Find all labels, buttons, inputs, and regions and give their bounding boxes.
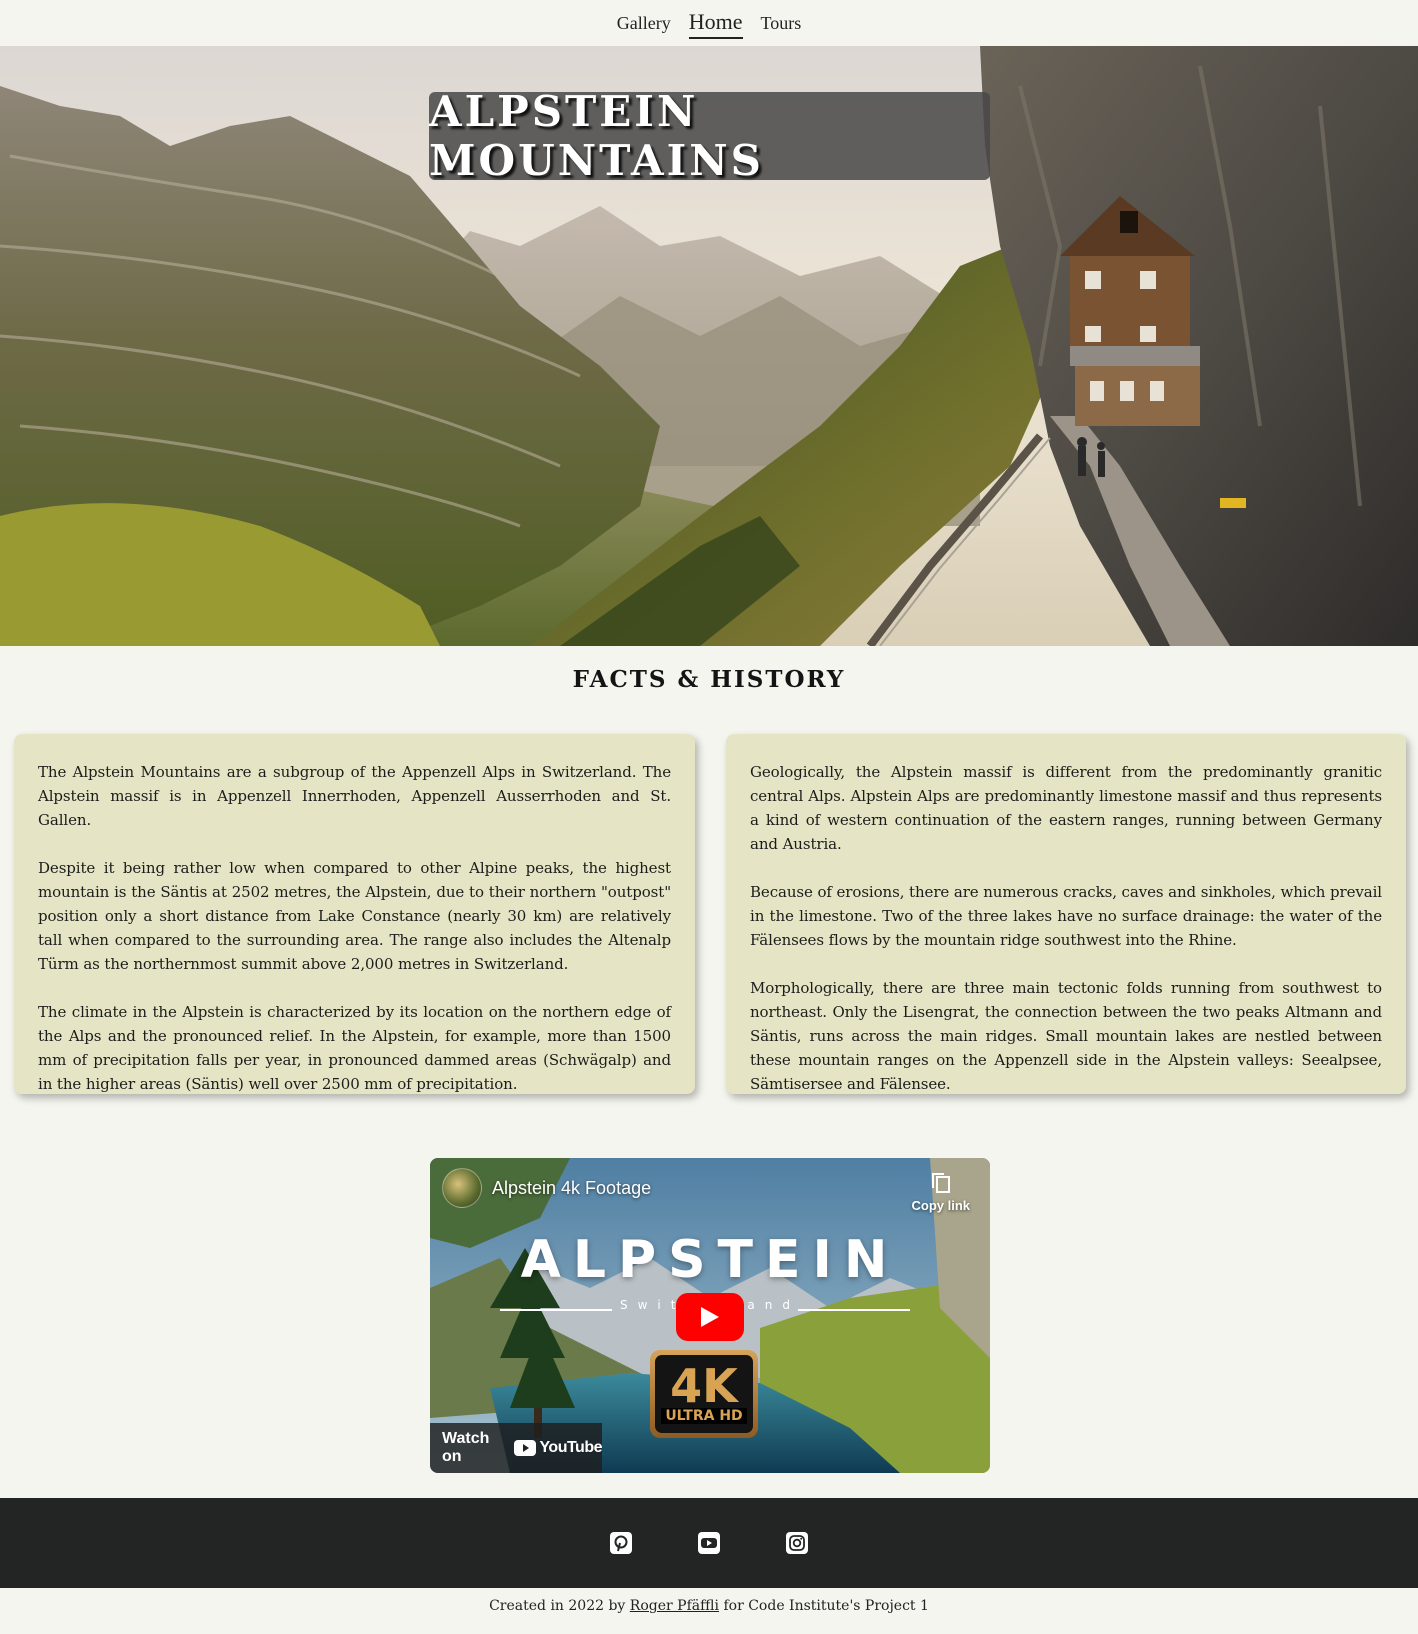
footer-credit: Created in 2022 by Roger Pfäffli for Cod… <box>0 1598 1418 1614</box>
youtube-logo-text: YouTube <box>539 1439 602 1456</box>
facts-card-left: The Alpstein Mountains are a subgroup of… <box>14 734 695 1094</box>
4k-badge: 4K ULTRA HD <box>650 1350 758 1438</box>
watch-on-youtube-button[interactable]: Watch on YouTube <box>430 1423 602 1473</box>
nav-home-link[interactable]: Home <box>688 7 743 39</box>
hero-title: ALPSTEIN MOUNTAINS <box>429 87 765 185</box>
credit-prefix: Created in 2022 by <box>489 1598 630 1614</box>
youtube-video-embed[interactable]: Alpstein 4k Footage Copy link ALPSTEIN S… <box>430 1158 990 1473</box>
facts-paragraph: Despite it being rather low when compare… <box>38 859 671 973</box>
hero-section: ALPSTEIN MOUNTAINS <box>0 46 1418 646</box>
video-header: Alpstein 4k Footage <box>442 1168 651 1208</box>
watch-on-label: Watch on <box>442 1430 490 1465</box>
4k-badge-label: 4K <box>670 1359 738 1413</box>
nav-tours-link[interactable]: Tours <box>761 11 802 36</box>
channel-avatar[interactable] <box>442 1168 482 1208</box>
nav-gallery-link[interactable]: Gallery <box>617 11 671 36</box>
pinterest-icon <box>610 1532 632 1554</box>
youtube-logo-icon <box>514 1440 537 1456</box>
facts-paragraph: The climate in the Alpstein is character… <box>38 1003 671 1093</box>
play-icon <box>701 1307 719 1327</box>
facts-card-right: Geologically, the Alpstein massif is dif… <box>726 734 1406 1094</box>
facts-heading: FACTS & HISTORY <box>572 666 846 693</box>
facts-paragraph: Geologically, the Alpstein massif is dif… <box>750 763 1382 853</box>
copy-link-button[interactable]: Copy link <box>911 1172 970 1213</box>
facts-paragraph: Because of erosions, there are numerous … <box>750 883 1382 949</box>
facts-paragraph: The Alpstein Mountains are a subgroup of… <box>38 763 671 829</box>
instagram-icon <box>786 1532 808 1554</box>
video-overlay-title: ALPSTEIN <box>520 1230 900 1290</box>
video-title[interactable]: Alpstein 4k Footage <box>492 1178 651 1199</box>
youtube-logo: YouTube <box>514 1439 602 1457</box>
footer <box>0 1498 1418 1588</box>
main-nav: Gallery Home Tours <box>0 0 1418 46</box>
facts-paragraph: Morphologically, there are three main te… <box>750 979 1382 1093</box>
copy-link-label: Copy link <box>911 1198 970 1213</box>
youtube-icon <box>698 1532 720 1554</box>
author-link[interactable]: Roger Pfäffli <box>630 1598 719 1614</box>
pinterest-link[interactable] <box>610 1532 632 1554</box>
copy-icon <box>931 1173 950 1193</box>
play-button[interactable] <box>676 1293 744 1341</box>
ultra-hd-label: ULTRA HD <box>661 1408 747 1424</box>
youtube-link[interactable] <box>698 1532 720 1554</box>
instagram-link[interactable] <box>786 1532 808 1554</box>
hero-title-box: ALPSTEIN MOUNTAINS <box>429 87 990 185</box>
credit-suffix: for Code Institute's Project 1 <box>719 1598 929 1614</box>
